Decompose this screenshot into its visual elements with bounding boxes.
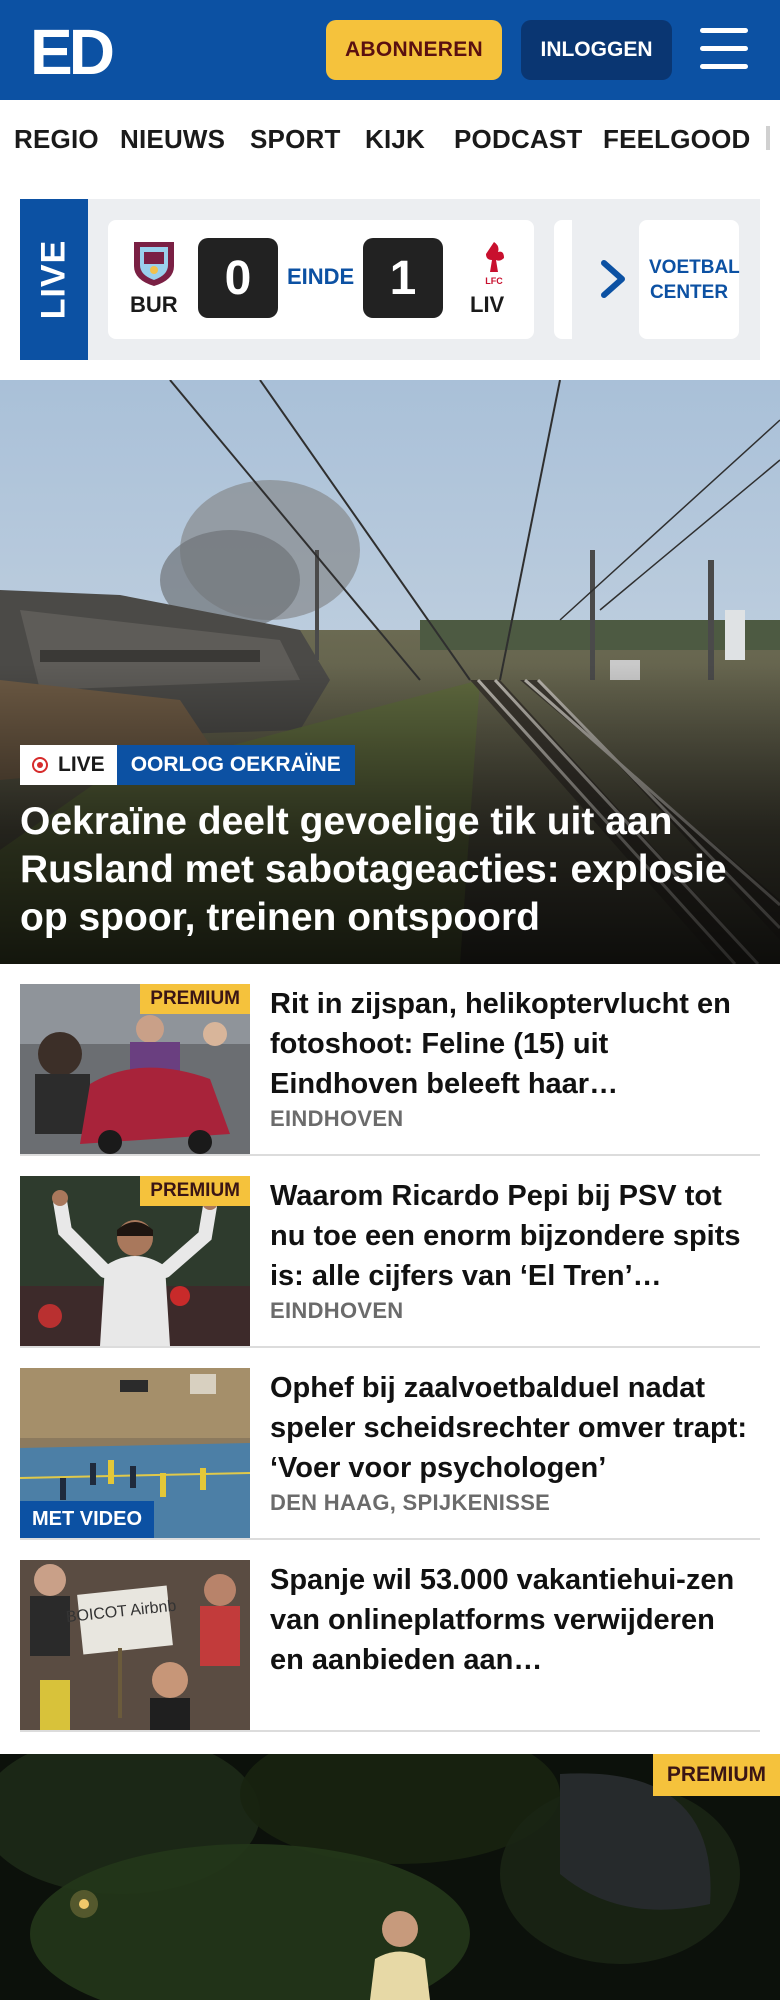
article-item[interactable]: MET VIDEO Ophef bij zaalvoetbalduel nada… bbox=[20, 1368, 760, 1540]
article-thumbnail: BOICOT Airbnb bbox=[20, 1560, 250, 1730]
nav-item-sport[interactable]: SPORT bbox=[250, 124, 341, 155]
hero-title[interactable]: Oekraïne deelt gevoelige tik uit aan Rus… bbox=[20, 798, 765, 942]
section-nav: REGIO NIEUWS SPORT KIJK PODCAST FEELGOOD bbox=[0, 100, 780, 182]
away-score: 1 bbox=[363, 238, 443, 318]
nav-item-podcast[interactable]: PODCAST bbox=[454, 124, 583, 155]
premium-badge: PREMIUM bbox=[140, 1176, 250, 1206]
nav-item-nieuws[interactable]: NIEUWS bbox=[120, 124, 225, 155]
feature-article[interactable]: PREMIUM bbox=[0, 1754, 780, 2000]
hero-tags: LIVE OORLOG OEKRAÏNE bbox=[20, 745, 355, 785]
hamburger-menu-icon[interactable] bbox=[700, 28, 752, 70]
liverpool-crest-icon: LFC bbox=[485, 242, 504, 286]
burnley-crest-icon bbox=[134, 242, 174, 286]
article-title[interactable]: Waarom Ricardo Pepi bij PSV tot nu toe e… bbox=[270, 1176, 755, 1296]
away-team: LIV bbox=[470, 292, 505, 317]
nav-item-kijk[interactable]: KIJK bbox=[365, 124, 425, 155]
article-location: DEN HAAG, SPIJKENISSE bbox=[270, 1490, 551, 1515]
nav-overflow-hint bbox=[766, 126, 770, 150]
svg-text:LFC: LFC bbox=[485, 276, 503, 286]
chevron-right-icon[interactable] bbox=[592, 257, 632, 301]
subscribe-button[interactable]: ABONNEREN bbox=[326, 20, 502, 80]
video-badge: MET VIDEO bbox=[20, 1501, 155, 1538]
article-location: EINDHOVEN bbox=[270, 1106, 404, 1131]
article-item[interactable]: PREMIUM Waarom Ricardo Pepi bij PSV tot … bbox=[20, 1176, 760, 1348]
article-thumbnail: PREMIUM bbox=[20, 984, 250, 1154]
match-status: EINDE bbox=[287, 264, 355, 289]
premium-badge: PREMIUM bbox=[140, 984, 250, 1014]
site-header: ED ABONNEREN INLOGGEN bbox=[0, 0, 780, 100]
home-team: BUR bbox=[130, 292, 178, 317]
ed-logo[interactable]: ED bbox=[30, 18, 114, 80]
logo-text: ED bbox=[30, 18, 113, 80]
article-item[interactable]: PREMIUM Rit in zijspan, helikoptervlucht… bbox=[20, 984, 760, 1156]
voetbal-center-label: VOETBAL CENTER bbox=[649, 256, 740, 303]
home-score: 0 bbox=[198, 238, 278, 318]
voetbal-center-button[interactable]: VOETBAL CENTER bbox=[639, 220, 740, 339]
article-title[interactable]: Rit in zijspan, helikoptervlucht en foto… bbox=[270, 984, 755, 1104]
live-badge: LIVE bbox=[20, 199, 88, 360]
article-title[interactable]: Ophef bij zaalvoetbalduel nadat speler s… bbox=[270, 1368, 755, 1488]
nav-item-regio[interactable]: REGIO bbox=[14, 124, 99, 155]
live-tag: LIVE bbox=[20, 745, 117, 785]
article-title[interactable]: Spanje wil 53.000 vakantiehui-zen van on… bbox=[270, 1560, 755, 1680]
hero-article[interactable]: LIVE OORLOG OEKRAÏNE Oekraïne deelt gevo… bbox=[0, 380, 780, 964]
topic-tag[interactable]: OORLOG OEKRAÏNE bbox=[116, 745, 355, 785]
article-thumbnail: PREMIUM bbox=[20, 1176, 250, 1346]
article-thumbnail: MET VIDEO bbox=[20, 1368, 250, 1538]
live-dot-icon bbox=[32, 757, 48, 773]
login-button[interactable]: INLOGGEN bbox=[521, 20, 672, 80]
match-card[interactable]: BUR 0 EINDE 1 LFC LIV bbox=[108, 220, 534, 339]
nav-item-feelgood[interactable]: FEELGOOD bbox=[603, 124, 751, 155]
article-item[interactable]: BOICOT Airbnb Spanje wil 53.000 vakantie… bbox=[20, 1560, 760, 1732]
live-badge-label: LIVE bbox=[34, 239, 73, 320]
article-location: EINDHOVEN bbox=[270, 1298, 404, 1323]
next-match-card-peek[interactable] bbox=[554, 220, 572, 339]
live-tag-label: LIVE bbox=[58, 753, 105, 776]
live-scores-strip: LIVE BUR 0 EINDE 1 LFC LIV VOETBAL CENTE… bbox=[20, 199, 760, 360]
premium-badge: PREMIUM bbox=[652, 1754, 780, 1796]
